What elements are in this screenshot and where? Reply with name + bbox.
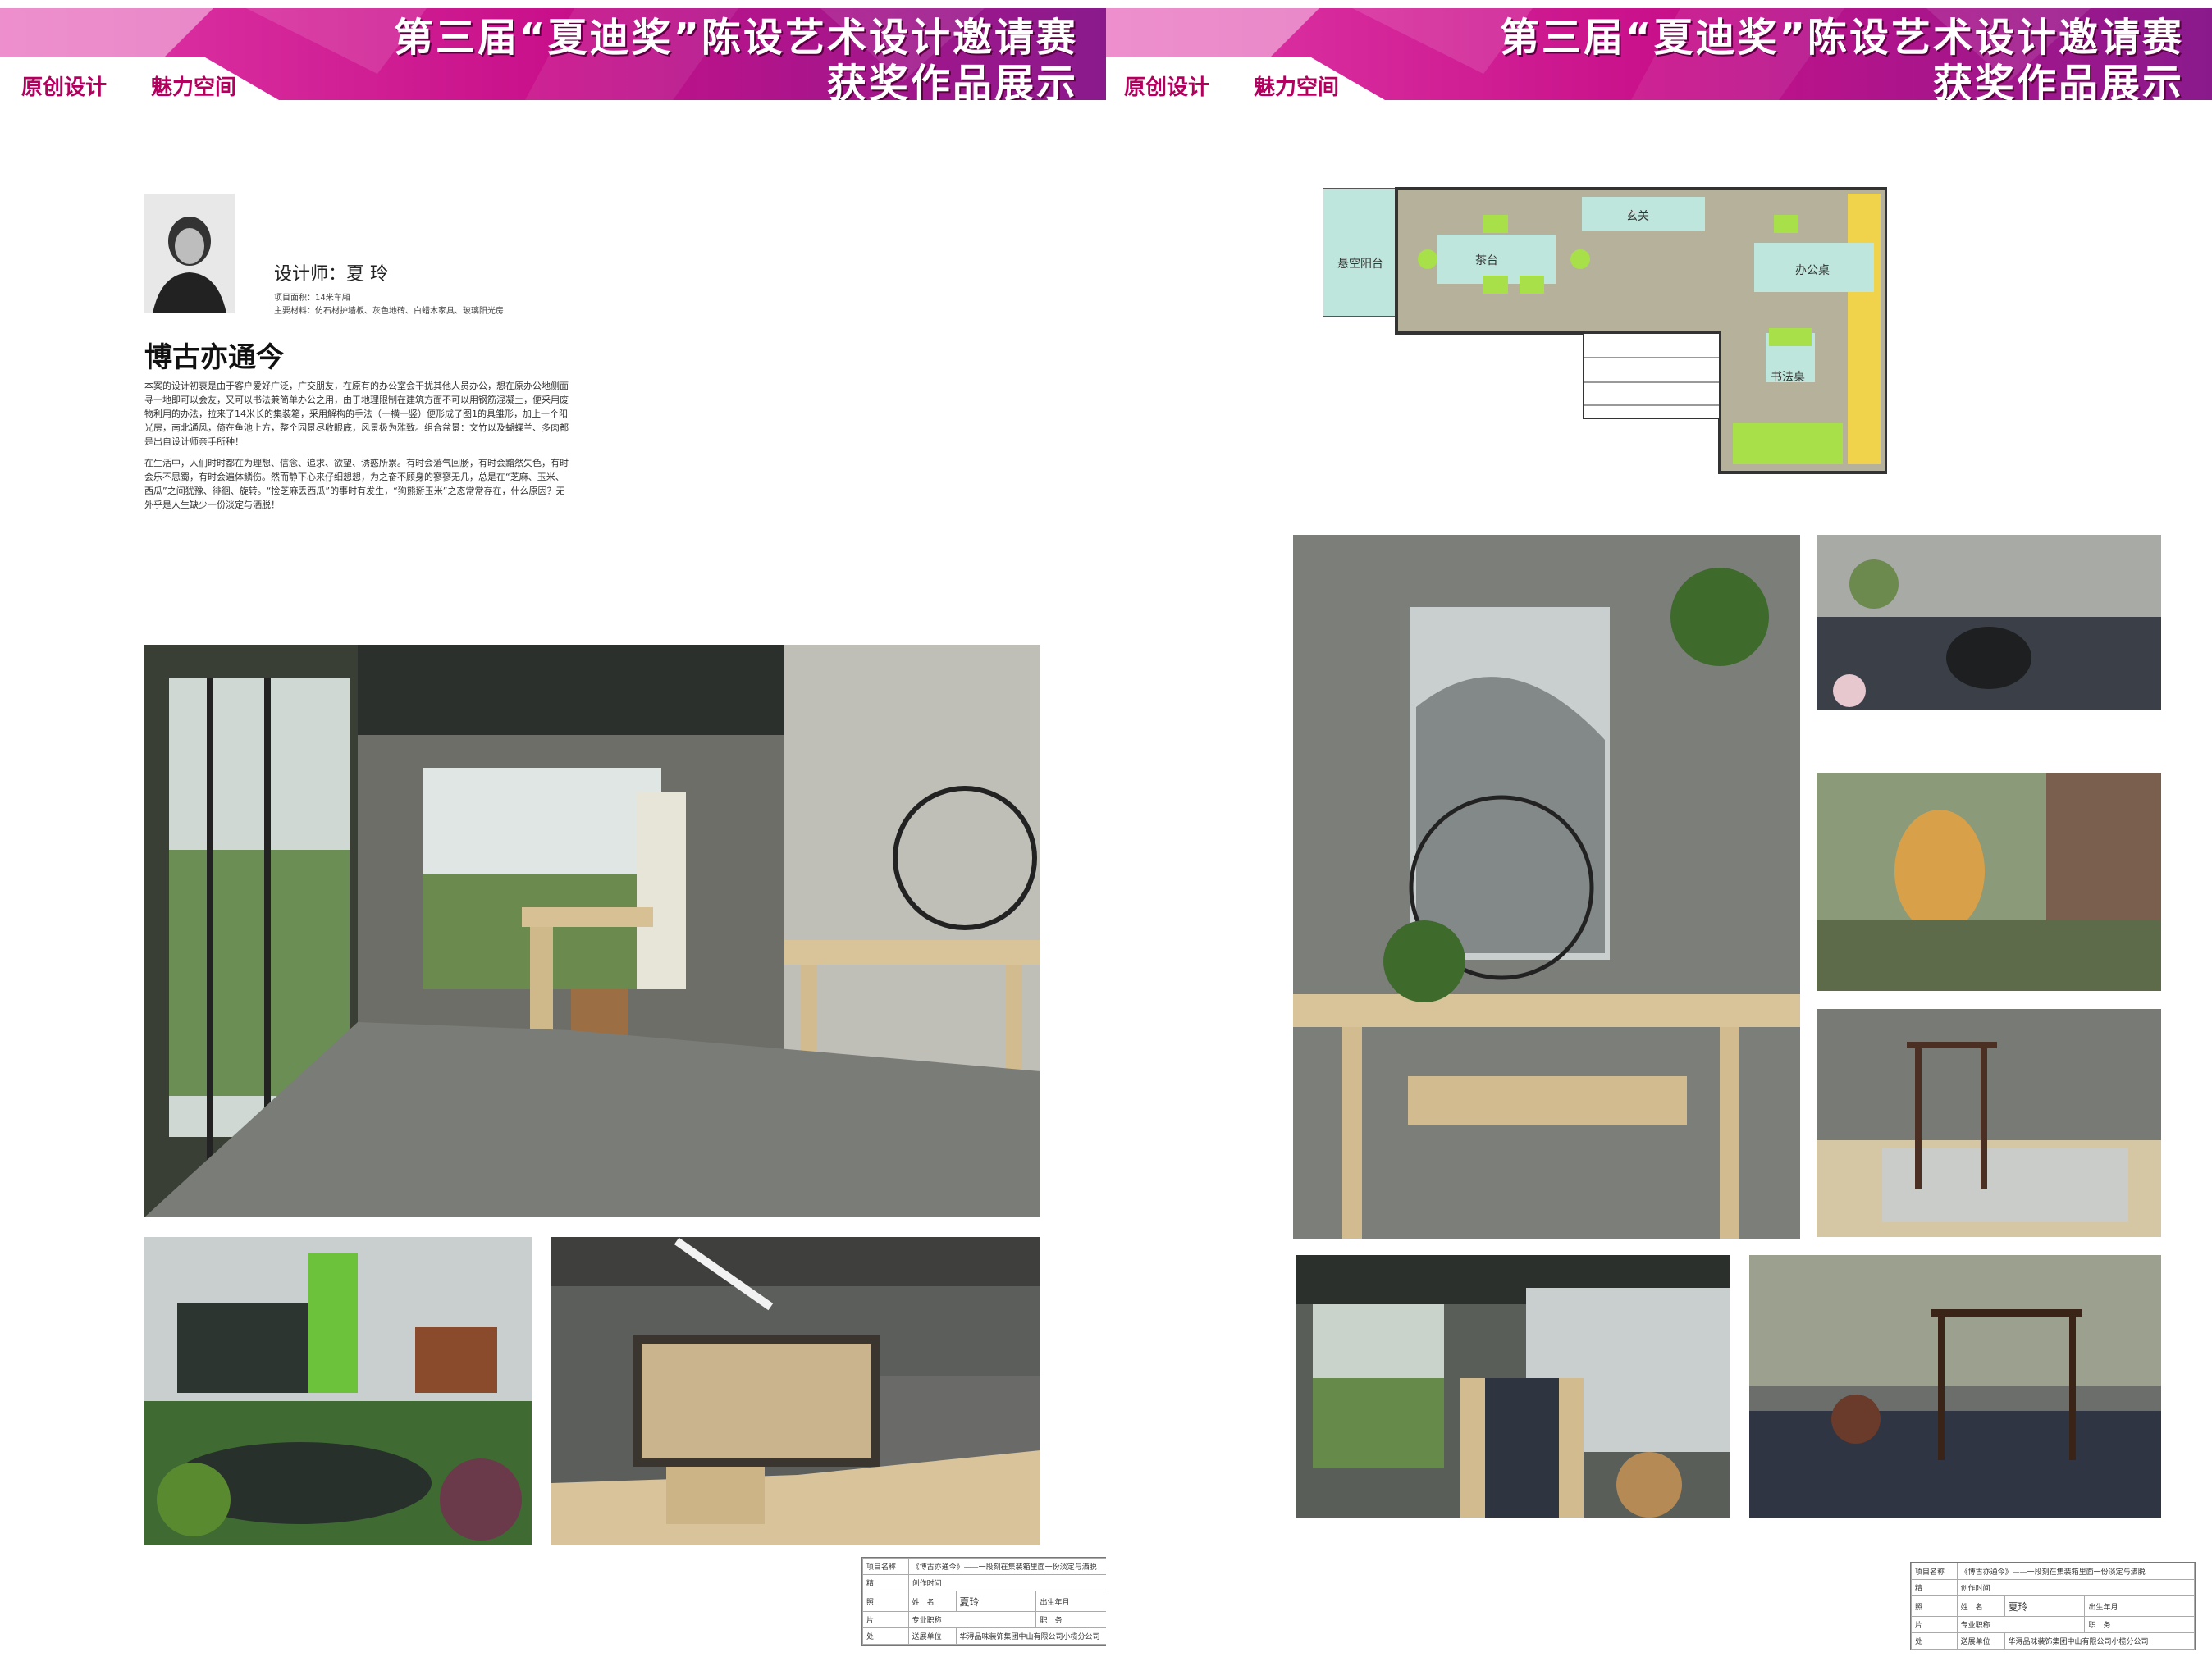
- project-title: 博古亦通今: [144, 341, 284, 374]
- cell-title-label: 专业职称: [907, 1611, 1037, 1628]
- cell-v1: 精: [862, 1574, 909, 1591]
- cell-v3: 片: [1911, 1616, 1958, 1633]
- cell-position-label: 职 务: [1035, 1611, 1106, 1628]
- label-tea: 茶台: [1475, 254, 1498, 267]
- photo-brush-rack: [1817, 1009, 2161, 1237]
- banner-title-line1: 第三届“夏迪奖”陈设艺术设计邀请赛: [393, 15, 1078, 61]
- banner-title: 第三届“夏迪奖”陈设艺术设计邀请赛 获奖作品展示: [1500, 15, 2184, 100]
- cell-v4: 处: [1911, 1632, 1958, 1650]
- info-table-right: 项目名称 《博古亦通今》——一段刻在集装箱里面一份淡定与洒脱 精 创作时间 照 …: [1910, 1562, 2196, 1650]
- cell-title-label: 专业职称: [1956, 1616, 2086, 1633]
- photo-tea-table: [1296, 1255, 1730, 1518]
- cell-v1: 精: [1911, 1579, 1958, 1596]
- floor-plan-drawing: 悬空阳台 茶台 玄关 办公桌 书法桌: [1322, 185, 1889, 476]
- cell-project-name-value: 《博古亦通今》——一段刻在集装箱里面一份淡定与洒脱: [907, 1558, 1106, 1575]
- cell-v2: 照: [862, 1591, 909, 1612]
- floor-plan: 悬空阳台 茶台 玄关 办公桌 书法桌: [1322, 185, 1889, 476]
- tag-charm-space: 魅力空间: [1254, 75, 1340, 100]
- cell-position-label: 职 务: [2084, 1616, 2195, 1633]
- cell-project-name-value: 《博古亦通今》——一段刻在集装箱里面一份淡定与洒脱: [1956, 1563, 2196, 1580]
- photo-calligraphy-desk: [1749, 1255, 2161, 1518]
- cell-v3: 片: [862, 1611, 909, 1628]
- tag-charm-space: 魅力空间: [151, 75, 237, 100]
- photo-sunroom-interior: [144, 645, 1040, 1217]
- cell-unit-value: 华浔品味装饰集团中山有限公司小榄分公司: [955, 1627, 1106, 1645]
- cell-name-value: 夏玲: [955, 1591, 1037, 1612]
- cell-birth-label: 出生年月: [2084, 1595, 2195, 1617]
- cell-project-name-label: 项目名称: [1911, 1563, 1958, 1580]
- cell-unit-value: 华浔品味装饰集团中山有限公司小榄分公司: [2004, 1632, 2196, 1650]
- label-entrance: 玄关: [1626, 209, 1649, 223]
- label-office: 办公桌: [1795, 264, 1830, 277]
- cell-unit-label: 送展单位: [907, 1627, 957, 1645]
- photo-incense-burner: [1817, 535, 2161, 710]
- label-balcony: 悬空阳台: [1337, 258, 1383, 271]
- cell-name-value: 夏玲: [2004, 1595, 2086, 1617]
- tag-original-design: 原创设计: [21, 75, 107, 100]
- cell-creation-time: 创作时间: [907, 1574, 1106, 1591]
- project-area: 项目面积：14米车厢: [274, 294, 350, 303]
- cell-unit-label: 送展单位: [1956, 1632, 2005, 1650]
- cell-name-label: 姓 名: [1956, 1595, 2005, 1617]
- photo-console-artwork: [1293, 535, 1800, 1239]
- designer-name: 设计师：夏 玲: [274, 264, 388, 285]
- label-calligraphy: 书法桌: [1771, 371, 1805, 384]
- project-paragraph-1: 本案的设计初衷是由于客户爱好广泛，广交朋友，在原有的办公室会干扰其他人员办公，想…: [144, 381, 569, 447]
- designer-portrait: [144, 194, 235, 313]
- banner-title-line2: 获奖作品展示: [826, 61, 1078, 100]
- photo-bamboo-lamp: [1817, 773, 2161, 991]
- banner-title: 第三届“夏迪奖”陈设艺术设计邀请赛 获奖作品展示: [394, 15, 1078, 100]
- info-table-left: 项目名称 《博古亦通今》——一段刻在集装箱里面一份淡定与洒脱 精 创作时间 照 …: [861, 1557, 1106, 1646]
- banner-title-line1: 第三届“夏迪奖”陈设艺术设计邀请赛: [1499, 15, 2184, 61]
- cell-project-name-label: 项目名称: [862, 1558, 909, 1575]
- cell-birth-label: 出生年月: [1035, 1591, 1106, 1612]
- photo-garden-exterior: [144, 1237, 532, 1545]
- right-page: 第三届“夏迪奖”陈设艺术设计邀请赛 获奖作品展示 原创设计 魅力空间 悬空阳台 …: [1106, 0, 2212, 1657]
- project-materials: 主要材料：仿石材护墙板、灰色地砖、白蜡木家具、玻璃阳光房: [274, 307, 504, 316]
- cell-v2: 照: [1911, 1595, 1958, 1617]
- cell-v4: 处: [862, 1627, 909, 1645]
- left-page: 第三届“夏迪奖”陈设艺术设计邀请赛 获奖作品展示 原创设计 魅力空间 设计师：夏…: [0, 0, 1106, 1657]
- photo-office-interior: [551, 1237, 1040, 1545]
- cell-name-label: 姓 名: [907, 1591, 957, 1612]
- tag-original-design: 原创设计: [1124, 75, 1210, 100]
- cell-creation-time: 创作时间: [1956, 1579, 2196, 1596]
- project-paragraph-2: 在生活中，人们时时都在为理想、信念、追求、欲望、诱惑所累。有时会落气回肠，有时会…: [144, 458, 569, 510]
- banner-title-line2: 获奖作品展示: [1932, 61, 2184, 100]
